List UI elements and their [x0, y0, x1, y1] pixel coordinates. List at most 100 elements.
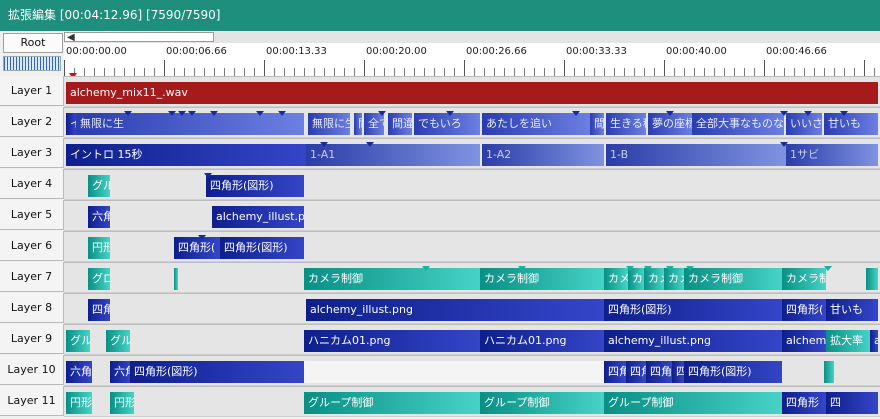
- timeline-clip[interactable]: 四角: [604, 361, 626, 383]
- timeline-clip[interactable]: alchemy_illust.png: [604, 330, 782, 352]
- timeline-clip[interactable]: グループ制御: [304, 392, 480, 414]
- layer-label[interactable]: Layer 4: [0, 169, 64, 199]
- layer-track[interactable]: 円形 四角形(四角形(図形): [64, 231, 880, 262]
- timeline-clip[interactable]: 四角形(図形): [206, 175, 304, 197]
- timeline-clip[interactable]: カメラ制御: [684, 268, 782, 290]
- timeline-clip[interactable]: alchemy_illust.png: [306, 299, 604, 321]
- layer-track[interactable]: 円形 円形 グループ制御 グループ制御 グループ制御 四角形四: [64, 386, 880, 417]
- timeline-clip[interactable]: 四角形(図形): [130, 361, 304, 383]
- timeline-clip[interactable]: [304, 361, 480, 383]
- timeline-clip[interactable]: ハニカム01.png: [304, 330, 480, 352]
- keyframe-marker-icon[interactable]: [168, 111, 176, 116]
- timeline-clip[interactable]: 無限に生きら: [308, 113, 350, 135]
- keyframe-marker-icon[interactable]: [278, 111, 286, 116]
- timeline-clip[interactable]: alchem: [782, 330, 826, 352]
- keyframe-marker-icon[interactable]: [804, 111, 812, 116]
- timeline-clip[interactable]: カメラ制: [782, 268, 826, 290]
- timeline-clip[interactable]: カメ: [628, 268, 644, 290]
- timeline-clip[interactable]: 間: [590, 113, 604, 135]
- layer-track[interactable]: 六角六角四角形(図形)四角四角四角四角四角形(図形): [64, 355, 880, 386]
- layer-track[interactable]: 四角 alchemy_illust.png 四角形(図形) 四角形(甘いも: [64, 293, 880, 324]
- keyframe-marker-icon[interactable]: [422, 266, 430, 271]
- keyframe-marker-icon[interactable]: [626, 266, 634, 271]
- keyframe-marker-icon[interactable]: [124, 111, 132, 116]
- timeline-clip[interactable]: 円形: [88, 237, 110, 259]
- audio-clip[interactable]: alchemy_mix11_.wav: [66, 82, 878, 104]
- timeline-clip[interactable]: 四角形(図形): [604, 299, 782, 321]
- timeline-clip[interactable]: 1-A2: [482, 144, 604, 166]
- timeline-clip[interactable]: 間違: [388, 113, 412, 135]
- layer-track[interactable]: イントロ 15秒 1-A1 1-A2 1-B 1サビ: [64, 138, 880, 169]
- timeline-clip[interactable]: 六角: [88, 206, 110, 228]
- layer-track[interactable]: alchemy_mix11_.wav: [64, 76, 880, 107]
- timeline-clip[interactable]: カメラ制御: [480, 268, 604, 290]
- timeline-clip[interactable]: イントロ 15秒: [66, 144, 306, 166]
- timeline-clip[interactable]: グループ制御: [604, 392, 782, 414]
- timeline-clip[interactable]: グル: [66, 330, 90, 352]
- timeline-clip[interactable]: 拡大率: [826, 330, 870, 352]
- timeline-clip[interactable]: [866, 268, 878, 290]
- keyframe-marker-icon[interactable]: [366, 142, 374, 147]
- timeline-clip[interactable]: 四角形(図形): [220, 237, 304, 259]
- keyframe-marker-icon[interactable]: [840, 111, 848, 116]
- timeline-clip[interactable]: 生きる程: [606, 113, 646, 135]
- keyframe-marker-icon[interactable]: [210, 111, 218, 116]
- timeline-clip[interactable]: [824, 361, 834, 383]
- timeline-clip[interactable]: 円形: [110, 392, 134, 414]
- layer-label[interactable]: Layer 8: [0, 293, 64, 323]
- keyframe-marker-icon[interactable]: [666, 266, 674, 271]
- timeline-clip[interactable]: グル: [88, 175, 110, 197]
- timeline-clip[interactable]: ハニカム01.png: [480, 330, 604, 352]
- timeline-clip[interactable]: カメ: [604, 268, 628, 290]
- timeline-clip[interactable]: 四: [826, 392, 878, 414]
- timeline-clip[interactable]: 四角形(図形): [684, 361, 782, 383]
- keyframe-marker-icon[interactable]: [256, 111, 264, 116]
- layer-track[interactable]: グル 四角形(図形): [64, 169, 880, 200]
- keyframe-marker-icon[interactable]: [824, 266, 832, 271]
- keyframe-marker-icon[interactable]: [320, 142, 328, 147]
- timeline-clip[interactable]: 四角形: [782, 392, 826, 414]
- timeline-clip[interactable]: [174, 268, 178, 290]
- keyframe-marker-icon[interactable]: [780, 142, 788, 147]
- keyframe-marker-icon[interactable]: [198, 235, 206, 240]
- timeline-clip[interactable]: 全て: [364, 113, 384, 135]
- timeline-clip[interactable]: 四角: [646, 361, 672, 383]
- layer-label[interactable]: Layer 1: [0, 76, 64, 106]
- keyframe-marker-icon[interactable]: [666, 111, 674, 116]
- layer-label[interactable]: Layer 9: [0, 324, 64, 354]
- timeline-clip[interactable]: 四角: [88, 299, 110, 321]
- timeline-clip[interactable]: 甘いも: [826, 299, 878, 321]
- timeline-clip[interactable]: 四角: [626, 361, 646, 383]
- timeline-clip[interactable]: 1-B: [606, 144, 786, 166]
- timeline-clip[interactable]: alchemy_illust.pn: [212, 206, 304, 228]
- timeline-clip[interactable]: グロ: [88, 268, 110, 290]
- timeline-clip[interactable]: 六角: [66, 361, 92, 383]
- timeline-clip[interactable]: カメ: [644, 268, 664, 290]
- timeline-zoom-gauge[interactable]: [3, 56, 61, 71]
- timeline-clip[interactable]: カメラ制御: [304, 268, 480, 290]
- timeline-clip[interactable]: グループ制御: [480, 392, 604, 414]
- layer-label[interactable]: Layer 7: [0, 262, 64, 292]
- timeline-clip[interactable]: 六角: [110, 361, 132, 383]
- timeline-clip[interactable]: 四角: [672, 361, 684, 383]
- timeline-clip[interactable]: 円形: [66, 392, 92, 414]
- scrollbar-thumb[interactable]: ◀: [64, 32, 214, 43]
- keyframe-marker-icon[interactable]: [780, 111, 788, 116]
- keyframe-marker-icon[interactable]: [686, 266, 694, 271]
- timeline-clip[interactable]: 間: [354, 113, 362, 135]
- timeline-clip[interactable]: イントロ 15秒: [66, 113, 76, 135]
- keyframe-marker-icon[interactable]: [446, 111, 454, 116]
- keyframe-marker-icon[interactable]: [644, 266, 652, 271]
- timeline-clip[interactable]: いいさこ: [786, 113, 822, 135]
- keyframe-marker-icon[interactable]: [204, 173, 212, 178]
- layer-label[interactable]: Layer 6: [0, 231, 64, 261]
- timeline-clip[interactable]: [480, 361, 604, 383]
- layer-label[interactable]: Layer 2: [0, 107, 64, 137]
- layer-label[interactable]: Layer 5: [0, 200, 64, 230]
- layer-label[interactable]: Layer 10: [0, 355, 64, 385]
- time-ruler[interactable]: 00:00:00.00 00:00:06.66 00:00:13.33 00:00:2…: [64, 43, 880, 77]
- timeline-clip[interactable]: 四角形(: [782, 299, 826, 321]
- layer-track[interactable]: イントロ 15秒無限に生無限に生きら間全て間違でもいろあたしを追い間生きる程夢の…: [64, 107, 880, 138]
- timeline-clip[interactable]: カメ: [664, 268, 684, 290]
- timeline-clip[interactable]: 四角形(: [174, 237, 220, 259]
